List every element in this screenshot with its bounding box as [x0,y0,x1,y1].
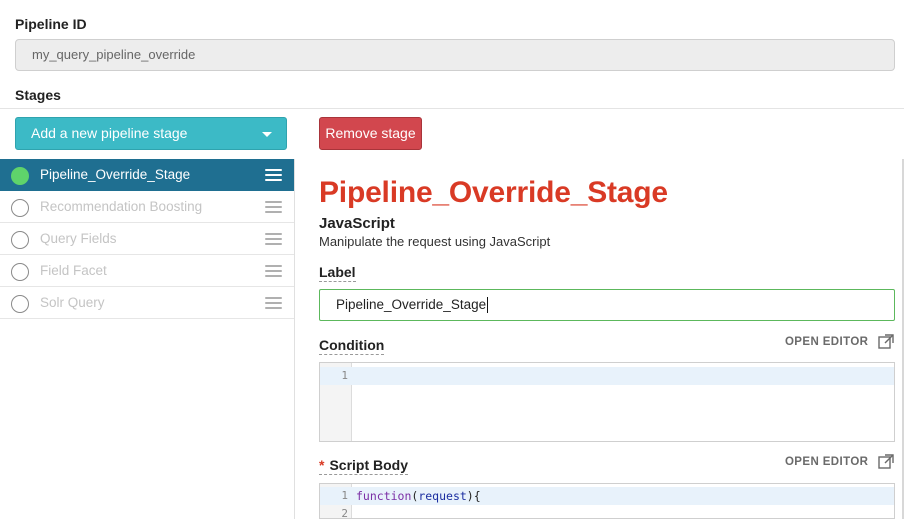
stage-item-label: Query Fields [40,231,117,246]
drag-handle-icon[interactable] [265,201,282,213]
external-link-icon [878,334,894,349]
stage-item-label: Pipeline_Override_Stage [40,167,191,182]
drag-handle-icon[interactable] [265,233,282,245]
stages-divider [0,108,904,109]
status-dot-icon [11,231,29,249]
stage-list-sidebar: Pipeline_Override_Stage Recommendation B… [0,159,295,519]
status-dot-icon [11,295,29,313]
line-number: 1 [341,369,348,382]
open-editor-label: OPEN EDITOR [784,456,869,469]
stage-item-pipeline-override[interactable]: Pipeline_Override_Stage [0,159,294,191]
required-marker: * [319,457,325,473]
line-number: 1 [341,489,348,502]
condition-open-editor-button[interactable]: OPEN EDITOR [785,334,894,350]
drag-handle-icon[interactable] [265,265,282,277]
condition-field-label: Condition [319,337,385,355]
line-number: 2 [341,507,348,519]
code-line: 1 [320,367,894,385]
stage-item-label: Solr Query [40,295,105,310]
external-link-icon [878,454,894,469]
stage-item-label: Field Facet [40,263,107,278]
chevron-down-icon [262,132,272,137]
label-field-label: Label [319,264,356,282]
add-pipeline-stage-button[interactable]: Add a new pipeline stage [15,117,287,150]
stage-item-solr-query[interactable]: Solr Query [0,287,294,319]
add-stage-label: Add a new pipeline stage [31,125,188,141]
drag-handle-icon[interactable] [265,297,282,309]
remove-stage-button[interactable]: Remove stage [319,117,422,150]
status-dot-icon [11,199,29,217]
code-line: 2 [320,505,894,519]
script-body-label-text: Script Body [329,457,409,473]
label-input-value: Pipeline_Override_Stage [336,297,487,312]
script-body-field-label: * Script Body [319,457,409,475]
condition-code-editor[interactable]: 1 [319,362,895,442]
status-dot-icon [11,263,29,281]
stage-title: Pipeline_Override_Stage [319,176,668,209]
stage-type: JavaScript [319,215,395,232]
script-body-code-editor[interactable]: 1 function(request){ 2 [319,483,895,519]
pipeline-id-label: Pipeline ID [15,16,87,32]
text-cursor [487,297,489,314]
pipeline-id-input[interactable]: my_query_pipeline_override [15,39,895,71]
stage-detail-panel: Pipeline_Override_Stage JavaScript Manip… [296,159,902,519]
script-open-editor-button[interactable]: OPEN EDITOR [785,454,894,470]
drag-handle-icon[interactable] [265,169,282,181]
stage-item-query-fields[interactable]: Query Fields [0,223,294,255]
label-input[interactable]: Pipeline_Override_Stage [319,289,895,321]
code-text: function(request){ [356,489,481,503]
stage-item-field-facet[interactable]: Field Facet [0,255,294,287]
stage-item-label: Recommendation Boosting [40,199,203,214]
code-line: 1 function(request){ [320,487,894,505]
open-editor-label: OPEN EDITOR [784,336,869,349]
stage-item-recommendation-boosting[interactable]: Recommendation Boosting [0,191,294,223]
stage-description: Manipulate the request using JavaScript [319,234,551,249]
status-dot-icon [11,167,29,185]
stages-heading: Stages [15,87,61,103]
